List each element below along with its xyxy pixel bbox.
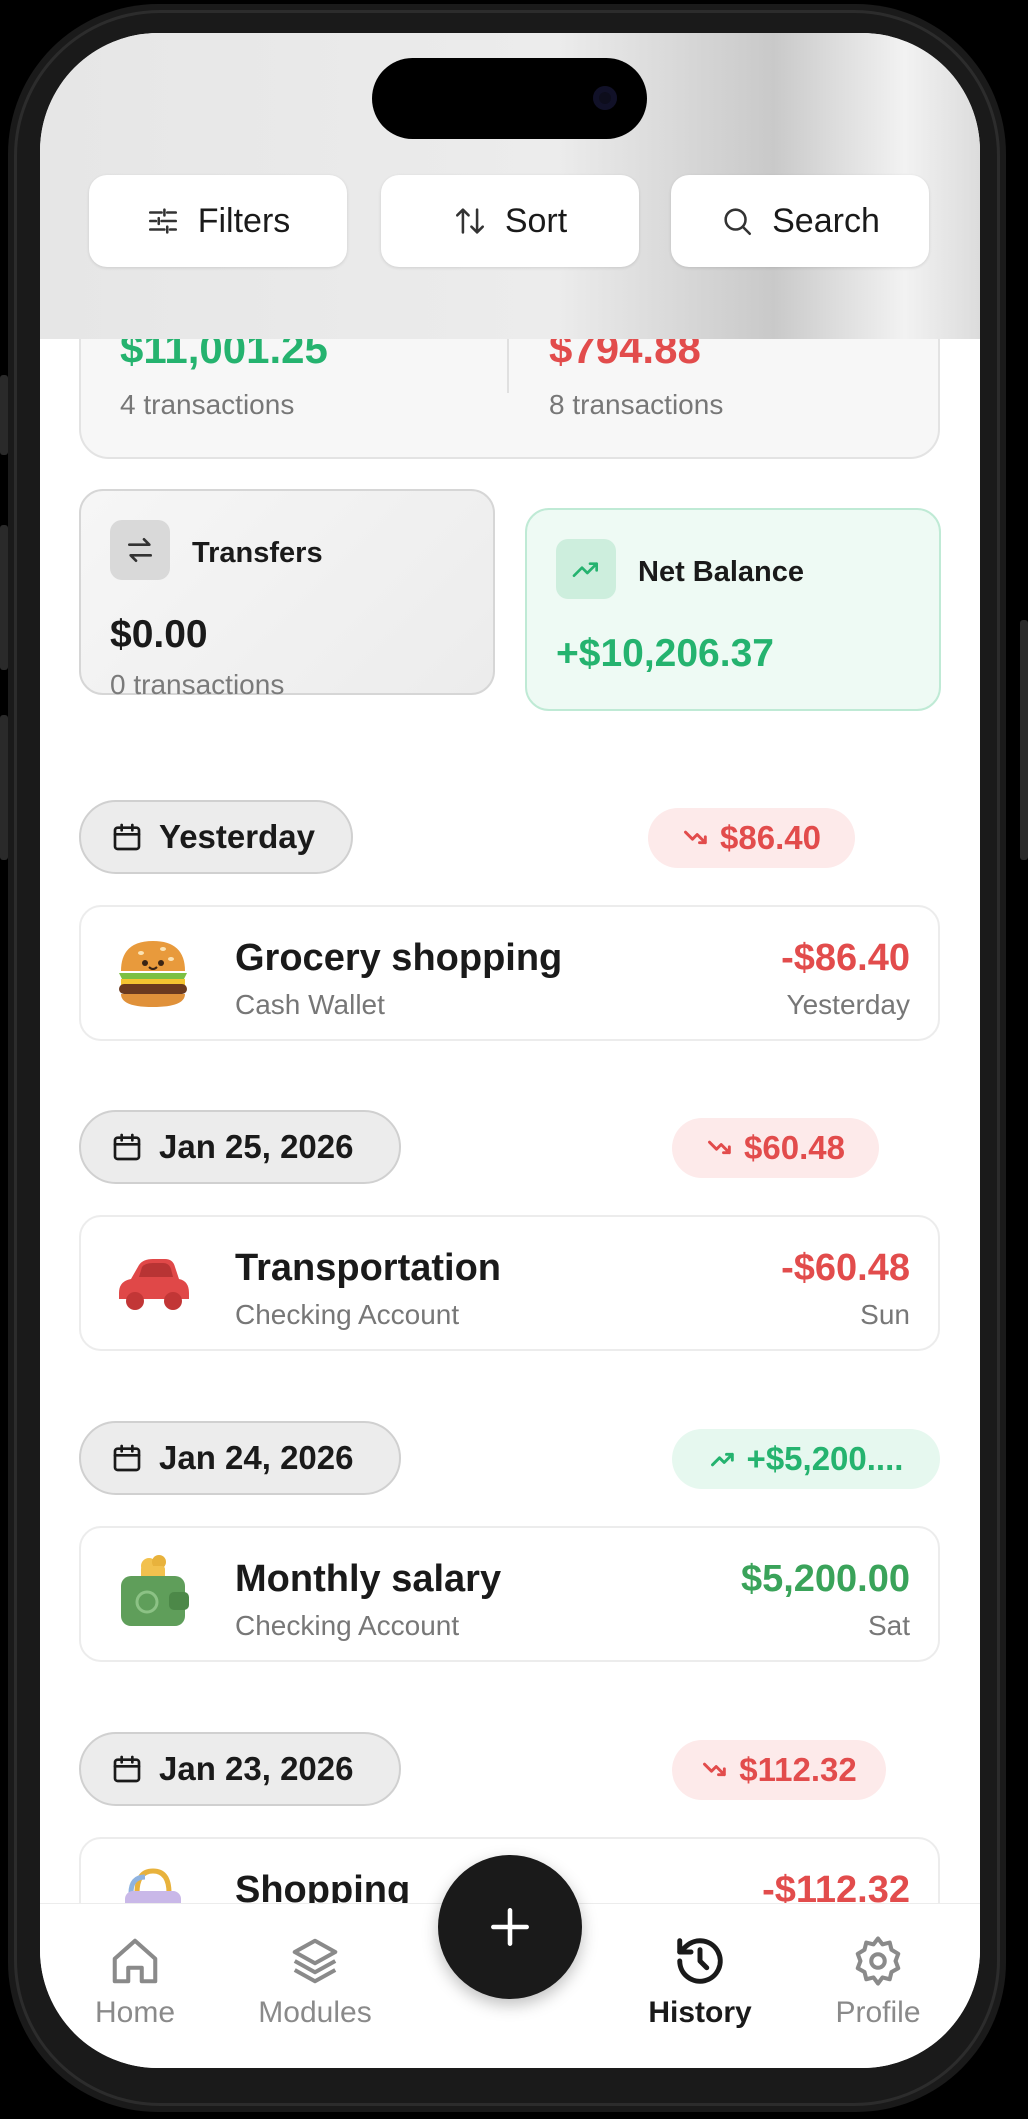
car-icon: [119, 1259, 189, 1310]
date-label: Jan 25, 2026: [159, 1128, 354, 1165]
phone-volume-up-button: [0, 525, 8, 670]
nav-history-label: History: [648, 1996, 752, 2029]
transaction-amount: $5,200.00: [740, 1558, 910, 1600]
transaction-account: Checking Account: [235, 1299, 460, 1330]
transaction-day: Sat: [867, 1610, 910, 1641]
trending-up-icon: [710, 1452, 734, 1467]
dynamic-island: [372, 58, 647, 139]
summary-divider: [507, 333, 509, 393]
day-total-value: $86.40: [720, 819, 821, 856]
nav-history[interactable]: History: [625, 1934, 775, 2030]
date-header-jan-24: Jan 24, 2026: [79, 1421, 401, 1495]
filters-label: Filters: [197, 201, 291, 240]
transfers-card[interactable]: Transfers $0.00 0 transactions: [79, 489, 495, 700]
date-label: Jan 24, 2026: [159, 1439, 354, 1476]
transaction-account: Cash Wallet: [235, 989, 385, 1020]
trending-up-icon: [556, 539, 616, 599]
transfers-count: 0 transactions: [110, 669, 285, 700]
burger-icon: [119, 941, 187, 1007]
phone-power-button: [1020, 620, 1028, 860]
calendar-icon: [113, 1444, 141, 1472]
transaction-row[interactable]: Grocery shopping Cash Wallet -$86.40 Yes…: [79, 905, 940, 1041]
sliders-icon: [148, 208, 177, 234]
plus-icon: [491, 1908, 529, 1946]
net-balance-title: Net Balance: [638, 556, 805, 588]
transfers-title: Transfers: [192, 537, 323, 569]
trending-down-icon: [708, 1140, 731, 1155]
layers-icon: [292, 1938, 338, 1984]
date-label: Yesterday: [159, 818, 315, 855]
search-label: Search: [772, 201, 880, 240]
search-button[interactable]: Search: [671, 175, 929, 267]
phone-mute-button: [0, 375, 8, 455]
trending-down-icon: [684, 830, 707, 845]
calendar-icon: [113, 1755, 141, 1783]
transaction-row[interactable]: Transportation Checking Account -$60.48 …: [79, 1215, 940, 1351]
day-total-value: $112.32: [739, 1751, 857, 1788]
phone-volume-down-button: [0, 715, 8, 860]
transaction-day: Sun: [860, 1299, 910, 1330]
expense-count: 8 transactions: [549, 389, 724, 420]
history-icon: [677, 1938, 723, 1984]
day-total-value: $60.48: [744, 1129, 845, 1166]
net-balance-value: +$10,206.37: [556, 632, 774, 675]
trending-down-icon: [703, 1762, 727, 1777]
gear-icon: [855, 1936, 901, 1986]
sort-label: Sort: [504, 201, 568, 240]
wallet-icon: [121, 1555, 189, 1626]
arrows-left-right-icon: [110, 520, 170, 580]
day-total-badge: $112.32: [672, 1740, 886, 1800]
nav-home-label: Home: [94, 1996, 176, 2029]
transaction-row[interactable]: Monthly salary Checking Account $5,200.0…: [79, 1526, 940, 1662]
day-total-badge: $60.48: [672, 1118, 879, 1178]
nav-modules[interactable]: Modules: [240, 1934, 390, 2030]
transaction-day: Yesterday: [786, 989, 911, 1020]
date-header-jan-23: Jan 23, 2026: [79, 1732, 401, 1806]
nav-profile[interactable]: Profile: [803, 1934, 953, 2030]
net-balance-card[interactable]: Net Balance +$10,206.37: [525, 508, 941, 711]
transaction-name: Transportation: [235, 1247, 502, 1289]
home-icon: [112, 1938, 158, 1984]
nav-home[interactable]: Home: [60, 1934, 210, 2030]
date-label: Jan 23, 2026: [159, 1750, 354, 1787]
transaction-amount: -$60.48: [781, 1247, 910, 1289]
nav-modules-label: Modules: [258, 1996, 372, 2029]
sort-button[interactable]: Sort: [381, 175, 639, 267]
income-count: 4 transactions: [120, 389, 295, 420]
nav-profile-label: Profile: [835, 1996, 921, 2029]
transaction-name: Grocery shopping: [235, 937, 563, 979]
calendar-icon: [113, 1133, 141, 1161]
sort-arrows-icon: [455, 208, 484, 234]
calendar-icon: [113, 823, 141, 851]
transfers-value: $0.00: [110, 613, 208, 656]
search-icon: [724, 208, 752, 236]
camera-icon: [593, 86, 617, 110]
transaction-name: Monthly salary: [235, 1558, 502, 1600]
day-total-badge: +$5,200....: [672, 1429, 940, 1489]
add-transaction-button[interactable]: [438, 1855, 582, 1999]
app-screen: $11,001.25 4 transactions $794.88 8 tran…: [40, 33, 980, 2068]
transaction-account: Checking Account: [235, 1610, 460, 1641]
date-header-yesterday: Yesterday: [79, 800, 353, 874]
transaction-amount: -$86.40: [781, 937, 910, 979]
day-total-badge: $86.40: [648, 808, 855, 868]
day-total-value: +$5,200....: [746, 1440, 904, 1477]
date-header-jan-25: Jan 25, 2026: [79, 1110, 401, 1184]
filters-button[interactable]: Filters: [89, 175, 347, 267]
